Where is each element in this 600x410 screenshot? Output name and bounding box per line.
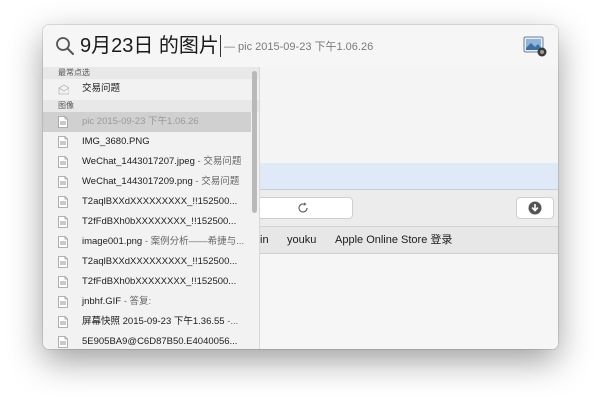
text-caret [220, 35, 221, 57]
result-row[interactable]: 5E905BA9@C6D87B50.E4040056... [43, 332, 251, 349]
preview-pane: in youku Apple Online Store 登录 [260, 67, 558, 349]
result-row[interactable]: WeChat_1443017207.jpeg - 交易问题 [43, 152, 251, 172]
image-file-icon [58, 336, 68, 348]
image-file-icon [58, 156, 68, 168]
result-row[interactable]: pic 2015-09-23 下午1.06.26 [43, 112, 251, 132]
bookmarks-bar: in youku Apple Online Store 登录 [260, 227, 558, 254]
result-name: WeChat_1443017209.png [82, 176, 193, 187]
result-context: - 答复: [121, 296, 152, 307]
preview-tab-strip [260, 163, 558, 190]
result-context: -... [224, 316, 239, 327]
image-file-icon [58, 256, 68, 268]
result-row[interactable]: T2fFdBXh0bXXXXXXXX_!!152500... [43, 272, 251, 292]
result-name: jnbhf.GIF [82, 296, 122, 307]
top-hit-hint: — pic 2015-09-23 下午1.06.26 [224, 41, 374, 53]
image-file-icon [58, 236, 68, 248]
result-name: WeChat_1443017207.jpeg [82, 156, 195, 167]
result-name: 屏幕快照 2015-09-23 下午1.36.55 [82, 316, 225, 327]
mail-icon [58, 84, 69, 95]
result-row[interactable]: jnbhf.GIF - 答复: [43, 292, 251, 312]
result-context: - 交易问题 [192, 176, 240, 187]
image-file-icon [58, 116, 68, 128]
result-name: T2fFdBXh0bXXXXXXXX_!!152500... [82, 216, 237, 227]
image-file-icon [58, 176, 68, 188]
top-hit-item[interactable]: 交易问题 [43, 79, 251, 99]
image-file-icon [58, 316, 68, 328]
preview-app-icon[interactable] [522, 34, 548, 58]
scrollbar[interactable] [252, 71, 257, 213]
results-list[interactable]: 最常点选 交易问题 图像 pic 2015-09-23 下午1.06.26 IMG… [43, 67, 260, 349]
bookmark-in: in [260, 234, 269, 246]
section-header-top-hit: 最常点选 [43, 67, 259, 79]
search-icon [56, 37, 74, 55]
result-name: T2fFdBXh0bXXXXXXXX_!!152500... [82, 276, 237, 287]
image-file-icon [58, 276, 68, 288]
search-input[interactable]: 9月23日 的图片 [80, 33, 219, 59]
preview-toolbar [260, 190, 558, 227]
result-name: IMG_3680.PNG [82, 136, 150, 147]
top-hit-label: 交易问题 [82, 83, 121, 94]
result-name: pic 2015-09-23 下午1.06.26 [82, 116, 199, 127]
result-row[interactable]: T2aqlBXXdXXXXXXXXX_!!152500... [43, 252, 251, 272]
image-file-icon [58, 196, 68, 208]
image-file-icon [58, 296, 68, 308]
reload-icon [298, 202, 308, 213]
image-file-icon [58, 136, 68, 148]
search-bar[interactable]: 9月23日 的图片 — pic 2015-09-23 下午1.06.26 [43, 25, 558, 68]
result-context: - 交易问题 [194, 156, 242, 167]
spotlight-window: 9月23日 的图片 — pic 2015-09-23 下午1.06.26 最常点… [43, 25, 558, 349]
image-file-icon [58, 216, 68, 228]
preview-address-bar [260, 197, 353, 219]
result-name: T2aqlBXXdXXXXXXXXX_!!152500... [82, 256, 238, 267]
result-row[interactable]: image001.png - 案例分析——希捷与... [43, 232, 251, 252]
bookmark-youku: youku [287, 234, 317, 246]
result-row[interactable]: WeChat_1443017209.png - 交易问题 [43, 172, 251, 192]
result-row[interactable]: T2aqlBXXdXXXXXXXXX_!!152500... [43, 192, 251, 212]
result-name: image001.png [82, 236, 143, 247]
preview-page-content [260, 254, 558, 349]
result-row[interactable]: T2fFdBXh0bXXXXXXXX_!!152500... [43, 212, 251, 232]
result-row[interactable]: IMG_3680.PNG [43, 132, 251, 152]
result-name: T2aqlBXXdXXXXXXXXX_!!152500... [82, 196, 238, 207]
result-context: - 案例分析——希捷与... [142, 236, 245, 247]
section-header-images: 图像 [43, 100, 259, 112]
bookmark-apple-store: Apple Online Store 登录 [335, 234, 453, 246]
result-row[interactable]: 屏幕快照 2015-09-23 下午1.36.55 -... [43, 312, 251, 332]
download-icon [528, 201, 542, 215]
result-name: 5E905BA9@C6D87B50.E4040056... [82, 336, 238, 347]
download-button [516, 197, 554, 219]
